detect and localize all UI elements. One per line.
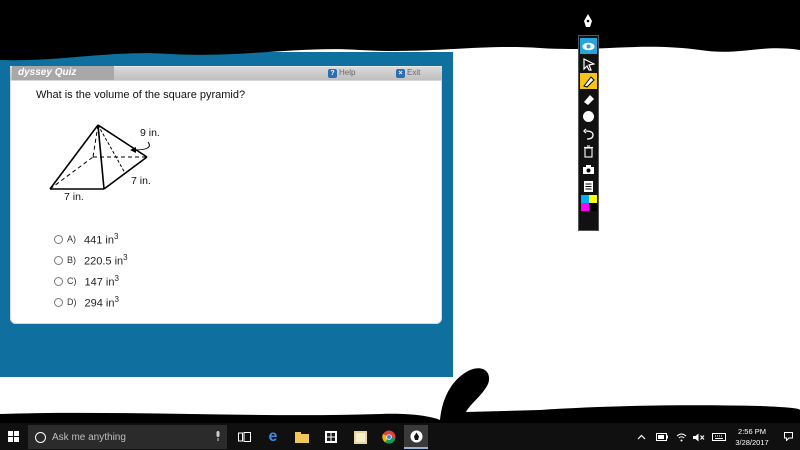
chevron-up-icon[interactable] bbox=[637, 431, 646, 443]
keyboard-icon[interactable] bbox=[712, 431, 726, 443]
file-explorer-icon[interactable] bbox=[290, 425, 314, 449]
pen-size-icon[interactable] bbox=[580, 108, 597, 124]
search-input[interactable]: Ask me anything bbox=[28, 425, 227, 449]
choice-value: 220.5 in3 bbox=[84, 252, 128, 268]
clock[interactable]: 2:56 PM 3/28/2017 bbox=[730, 426, 774, 448]
start-button[interactable] bbox=[0, 423, 27, 450]
help-button[interactable]: ? Help bbox=[328, 67, 355, 79]
eye-icon[interactable] bbox=[580, 38, 597, 54]
choice-letter: A) bbox=[67, 234, 76, 244]
pen-logo-icon bbox=[582, 12, 594, 30]
choice-letter: B) bbox=[67, 255, 76, 265]
store-icon[interactable] bbox=[319, 425, 343, 449]
redaction-scribble-bottom bbox=[0, 368, 800, 423]
radio-button[interactable] bbox=[54, 255, 63, 265]
choice-value: 147 in3 bbox=[84, 273, 119, 289]
chrome-icon[interactable] bbox=[377, 425, 401, 449]
quiz-title: dyssey Quiz bbox=[12, 66, 114, 80]
choice-value: 294 in3 bbox=[84, 294, 119, 310]
redaction-scribble-top bbox=[0, 0, 800, 61]
cortana-icon bbox=[35, 431, 46, 443]
windows-logo-icon bbox=[8, 431, 19, 442]
choice-a[interactable]: A) 441 in3 bbox=[54, 232, 118, 246]
exit-icon: × bbox=[396, 68, 405, 78]
choice-b[interactable]: B) 220.5 in3 bbox=[54, 253, 128, 267]
pyramid-figure: 9 in. 7 in. 7 in. bbox=[44, 120, 164, 205]
choice-d[interactable]: D) 294 in3 bbox=[54, 295, 119, 309]
wifi-icon[interactable] bbox=[676, 431, 687, 443]
clock-time: 2:56 PM bbox=[738, 427, 766, 436]
slant-height-label: 9 in. bbox=[140, 127, 160, 139]
pen-app-icon[interactable] bbox=[404, 425, 428, 449]
color-palette-icon[interactable] bbox=[580, 195, 597, 211]
undo-icon[interactable] bbox=[580, 126, 597, 142]
choice-value: 441 in3 bbox=[84, 231, 119, 247]
task-view-icon[interactable] bbox=[232, 425, 256, 449]
notification-icon[interactable] bbox=[784, 432, 793, 441]
radio-button[interactable] bbox=[54, 297, 63, 307]
highlighter-icon[interactable] bbox=[580, 73, 597, 89]
notes-icon[interactable] bbox=[580, 178, 597, 194]
cursor-icon[interactable] bbox=[580, 56, 597, 72]
volume-muted-icon[interactable] bbox=[693, 431, 705, 443]
question-text: What is the volume of the square pyramid… bbox=[36, 89, 246, 101]
radio-button[interactable] bbox=[54, 276, 63, 286]
choice-c[interactable]: C) 147 in3 bbox=[54, 274, 119, 288]
exit-label: Exit bbox=[407, 68, 421, 77]
help-icon: ? bbox=[328, 68, 337, 78]
search-placeholder: Ask me anything bbox=[52, 431, 126, 443]
microphone-icon[interactable] bbox=[215, 431, 221, 441]
help-label: Help bbox=[339, 68, 356, 77]
edge-icon[interactable]: e bbox=[261, 425, 285, 449]
side-length-label: 7 in. bbox=[131, 175, 151, 187]
camera-icon[interactable] bbox=[580, 161, 597, 177]
annotation-toolbar bbox=[578, 35, 599, 231]
battery-icon[interactable] bbox=[656, 431, 668, 443]
exit-button[interactable]: × Exit bbox=[396, 67, 420, 79]
base-length-label: 7 in. bbox=[64, 191, 84, 203]
choice-letter: C) bbox=[67, 276, 77, 286]
eraser-icon[interactable] bbox=[580, 91, 597, 107]
quiz-footer bbox=[0, 324, 453, 352]
clock-date: 3/28/2017 bbox=[735, 438, 769, 447]
trash-icon[interactable] bbox=[580, 143, 597, 159]
notes-app-icon[interactable] bbox=[348, 425, 372, 449]
choice-letter: D) bbox=[67, 297, 77, 307]
radio-button[interactable] bbox=[54, 234, 63, 244]
